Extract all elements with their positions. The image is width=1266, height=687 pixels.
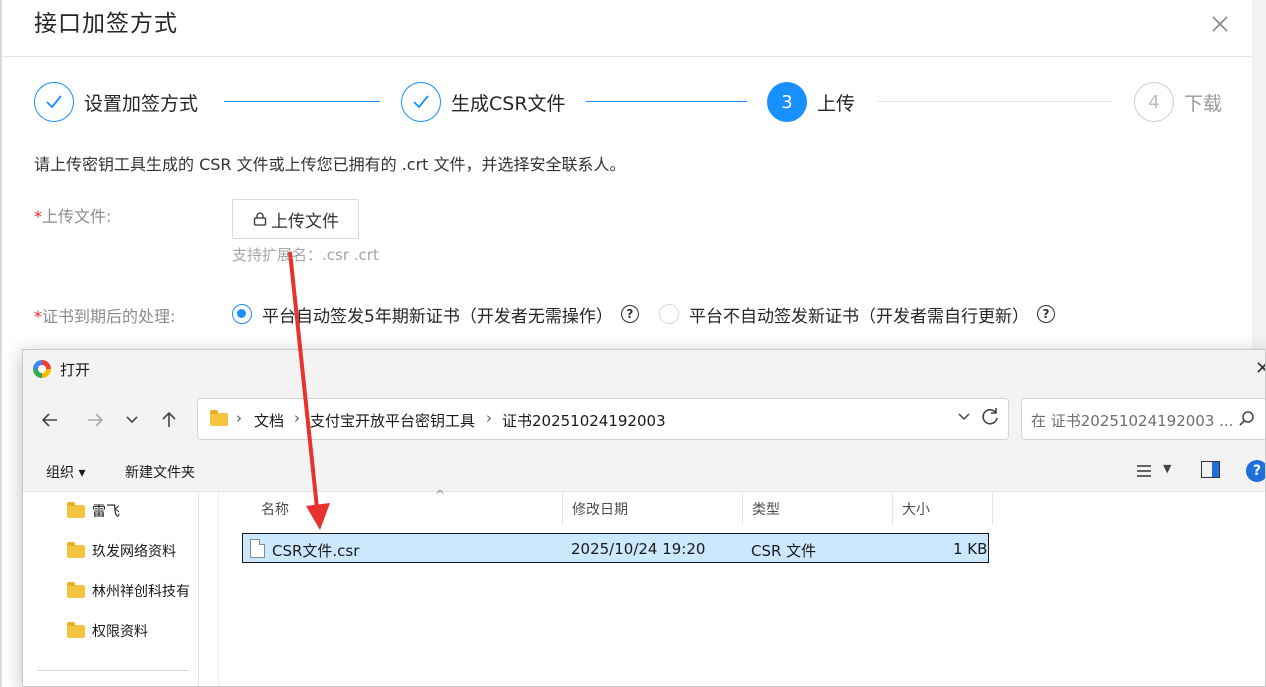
- upload-file-label: *上传文件:: [34, 203, 111, 227]
- expiry-label-text: 证书到期后的处理:: [42, 307, 176, 326]
- column-label: 名称: [261, 501, 289, 518]
- column-header-modified[interactable]: 修改日期: [563, 492, 743, 525]
- folder-icon: [210, 410, 228, 426]
- step-upload: 3 上传: [767, 82, 855, 122]
- breadcrumb-separator: ›: [486, 409, 492, 427]
- chevron-down-icon[interactable]: ▼: [1163, 462, 1171, 475]
- step-download: 4 下载: [1134, 82, 1222, 122]
- column-label: 类型: [752, 501, 780, 518]
- organize-menu[interactable]: 组织 ▾: [46, 462, 85, 482]
- open-file-dialog: 打开 ✕ › 文档 › 支付宝开放平台密钥工具 › 证书202510241920…: [22, 349, 1266, 687]
- check-icon: [34, 82, 74, 122]
- new-folder-button[interactable]: 新建文件夹: [125, 462, 195, 482]
- breadcrumb-keytool[interactable]: 支付宝开放平台密钥工具: [310, 410, 475, 431]
- breadcrumb-separator: ›: [236, 409, 242, 427]
- sidebar-item-jiufa[interactable]: 玖发网络资料: [67, 539, 176, 563]
- sidebar-divider: [37, 670, 189, 671]
- radio-button[interactable]: [659, 304, 679, 324]
- sidebar-item-label: 玖发网络资料: [92, 544, 176, 560]
- radio-label: 平台不自动签发新证书（开发者需自行更新）: [689, 306, 1029, 327]
- column-label: 大小: [902, 501, 930, 518]
- folder-icon: [67, 541, 85, 558]
- close-icon[interactable]: [1208, 12, 1232, 36]
- command-bar: 组织 ▾ 新建文件夹 ▼ ?: [23, 450, 1265, 492]
- radio-manual-renew[interactable]: 平台不自动签发新证书（开发者需自行更新） ?: [659, 302, 1055, 327]
- radio-button[interactable]: [232, 304, 252, 324]
- refresh-icon[interactable]: [978, 405, 1002, 429]
- sidebar-item-label: 权限资料: [92, 624, 148, 640]
- folder-icon: [67, 581, 85, 598]
- required-mark: *: [34, 207, 42, 226]
- preview-pane-icon[interactable]: [1201, 461, 1220, 478]
- dialog-divider: [2, 56, 1254, 57]
- view-menu-icon[interactable]: [1135, 462, 1153, 480]
- close-icon[interactable]: ✕: [1255, 358, 1265, 379]
- upload-description: 请上传密钥工具生成的 CSR 文件或上传您已拥有的 .crt 文件，并选择安全联…: [34, 155, 626, 174]
- sidebar-item-label: 雷飞: [92, 504, 120, 520]
- file-type: CSR 文件: [751, 542, 817, 560]
- column-label: 修改日期: [572, 501, 628, 518]
- file-row-csr[interactable]: CSR文件.csr 2025/10/24 19:20 CSR 文件 1 KB: [242, 533, 989, 563]
- address-bar[interactable]: › 文档 › 支付宝开放平台密钥工具 › 证书20251024192003: [197, 398, 1009, 440]
- search-placeholder: 在 证书20251024192003 ...: [1031, 412, 1234, 430]
- navigation-pane: 雷飞 玖发网络资料 林州祥创科技有 权限资料: [23, 492, 199, 686]
- sort-ascending-icon: ^: [435, 488, 446, 502]
- step-label: 设置加签方式: [84, 92, 199, 115]
- breadcrumb-separator: ›: [294, 409, 300, 427]
- up-arrow-icon[interactable]: [159, 410, 179, 430]
- upload-file-button[interactable]: 上传文件: [232, 199, 359, 239]
- lock-icon: [253, 212, 267, 226]
- upload-label-text: 上传文件:: [42, 207, 112, 226]
- step-connector: [877, 101, 1113, 102]
- search-input[interactable]: 在 证书20251024192003 ...: [1021, 398, 1265, 440]
- check-icon: [401, 82, 441, 122]
- sidebar-scrollbar[interactable]: [199, 492, 219, 686]
- radio-auto-renew[interactable]: 平台自动签发5年期新证书（开发者无需操作） ?: [232, 302, 639, 327]
- file-modified: 2025/10/24 19:20: [571, 540, 706, 558]
- file-list: 名称 ^ 修改日期 类型 大小 CSR文件.csr 2025/10/24 19:…: [220, 488, 1265, 686]
- upload-button-label: 上传文件: [271, 211, 339, 232]
- file-icon: [250, 539, 265, 558]
- breadcrumb-documents[interactable]: 文档: [254, 410, 284, 431]
- sidebar-item-leifei[interactable]: 雷飞: [67, 499, 120, 523]
- step-connector: [586, 101, 747, 102]
- chevron-down-icon[interactable]: [956, 409, 972, 425]
- back-arrow-icon[interactable]: [40, 410, 60, 430]
- column-header-name[interactable]: 名称 ^: [252, 488, 563, 525]
- step-label: 下载: [1184, 92, 1223, 115]
- radio-label: 平台自动签发5年期新证书（开发者无需操作）: [262, 306, 613, 327]
- folder-icon: [67, 501, 85, 518]
- step-label: 上传: [817, 92, 856, 115]
- column-header-size[interactable]: 大小: [893, 492, 993, 525]
- column-header-type[interactable]: 类型: [743, 492, 893, 525]
- step-set-signing: 设置加签方式: [34, 82, 198, 122]
- step-generate-csr: 生成CSR文件: [401, 82, 566, 122]
- required-mark: *: [34, 307, 42, 326]
- step-number: 3: [767, 82, 807, 122]
- step-connector: [224, 101, 380, 102]
- forward-arrow-icon[interactable]: [85, 410, 105, 430]
- window-title: 打开: [60, 361, 91, 379]
- chevron-down-icon[interactable]: [124, 412, 140, 428]
- upload-hint: 支持扩展名：.csr .crt: [232, 246, 379, 264]
- step-label: 生成CSR文件: [451, 92, 566, 115]
- sidebar-item-label: 林州祥创科技有: [92, 584, 190, 600]
- folder-icon: [67, 621, 85, 638]
- title-bar: 打开 ✕: [23, 350, 1265, 388]
- step-number: 4: [1134, 82, 1174, 122]
- dialog-title: 接口加签方式: [34, 11, 178, 37]
- help-icon[interactable]: ?: [620, 305, 639, 323]
- expiry-handling-label: *证书到期后的处理:: [34, 303, 175, 327]
- search-icon[interactable]: [1238, 410, 1256, 428]
- help-icon[interactable]: ?: [1037, 305, 1055, 323]
- breadcrumb-cert-folder[interactable]: 证书20251024192003: [502, 410, 666, 431]
- sidebar-item-permissions[interactable]: 权限资料: [67, 619, 148, 643]
- browser-app-icon: [33, 360, 51, 378]
- file-size: 1 KB: [953, 540, 988, 558]
- sidebar-item-linzhou[interactable]: 林州祥创科技有: [67, 579, 190, 603]
- help-icon[interactable]: ?: [1246, 460, 1265, 482]
- file-name: CSR文件.csr: [272, 542, 360, 560]
